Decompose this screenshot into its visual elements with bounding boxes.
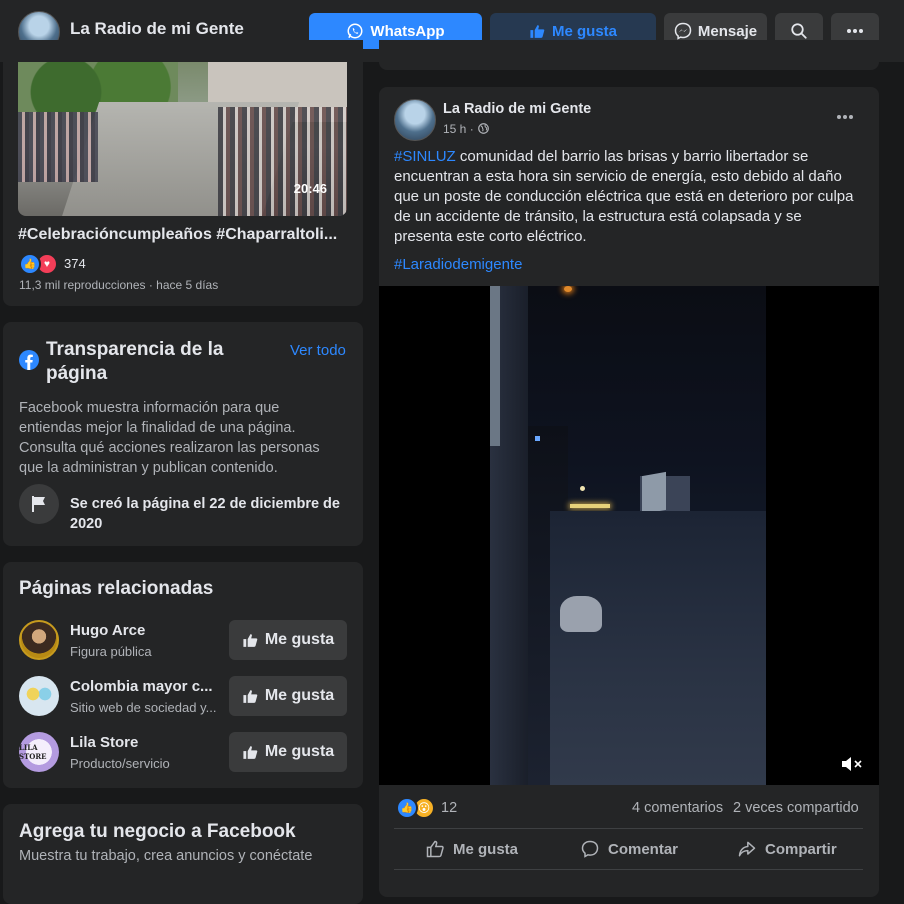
like-reaction-icon: 👍 bbox=[19, 253, 41, 275]
like-page-label: Me gusta bbox=[551, 22, 617, 40]
video-frame bbox=[490, 286, 766, 785]
business-card: Agrega tu negocio a Facebook Muestra tu … bbox=[3, 804, 363, 904]
more-icon bbox=[847, 29, 863, 33]
post-reaction-count[interactable]: 12 bbox=[441, 800, 457, 816]
post-comment-button[interactable]: Comentar bbox=[580, 835, 678, 863]
post-like-label: Me gusta bbox=[453, 840, 519, 858]
thumbs-up-icon bbox=[243, 689, 258, 703]
whatsapp-icon bbox=[347, 23, 363, 39]
thumbs-up-icon bbox=[426, 840, 444, 858]
related-like-button[interactable]: Me gusta bbox=[229, 732, 347, 772]
post-text: #SINLUZ comunidad del barrio las brisas … bbox=[394, 147, 864, 247]
related-category: Figura pública bbox=[70, 644, 152, 659]
message-label: Mensaje bbox=[697, 22, 758, 40]
related-like-label: Me gusta bbox=[264, 631, 335, 648]
post-video[interactable] bbox=[379, 286, 879, 785]
see-all-link[interactable]: Ver todo bbox=[290, 342, 346, 359]
comment-icon bbox=[581, 840, 599, 858]
business-title: Agrega tu negocio a Facebook bbox=[19, 821, 296, 842]
whatsapp-label: WhatsApp bbox=[370, 22, 445, 40]
search-icon bbox=[791, 23, 807, 39]
page-title[interactable]: La Radio de mi Gente bbox=[70, 19, 244, 39]
transparency-card: Transparencia de la página Ver todo Face… bbox=[3, 322, 363, 546]
flag-icon-wrap bbox=[19, 484, 59, 524]
post-share-button[interactable]: Compartir bbox=[737, 835, 837, 863]
post-comments-count[interactable]: 4 comentarios bbox=[632, 800, 723, 816]
thumbs-up-icon bbox=[243, 633, 258, 647]
thumbs-up-icon bbox=[243, 745, 258, 759]
page-created-info: Se creó la página el 22 de diciembre de … bbox=[70, 496, 340, 532]
post-more-icon[interactable] bbox=[836, 114, 854, 120]
post-shares-count[interactable]: 2 veces compartido bbox=[733, 800, 859, 816]
post-comment-label: Comentar bbox=[608, 840, 679, 858]
video-thumbnail[interactable]: 20:46 bbox=[18, 62, 347, 216]
post-author-name[interactable]: La Radio de mi Gente bbox=[443, 101, 591, 117]
related-pages-title: Páginas relacionadas bbox=[19, 578, 214, 599]
transparency-description: Facebook muestra información para que en… bbox=[19, 400, 320, 476]
video-title[interactable]: #Celebracióncumpleaños #Chaparraltoli... bbox=[18, 226, 348, 244]
hashtag-link[interactable]: #Laradiodemigente bbox=[394, 256, 522, 273]
related-avatar-hugo-arce[interactable] bbox=[19, 620, 59, 660]
previous-post-card bbox=[379, 40, 879, 70]
post-author-avatar[interactable] bbox=[394, 99, 436, 141]
related-like-label: Me gusta bbox=[264, 743, 335, 760]
lila-store-logo-text: LILA STORE bbox=[19, 743, 47, 761]
transparency-title: Transparencia de la página bbox=[46, 339, 224, 384]
video-reaction-count[interactable]: 374 bbox=[64, 256, 86, 271]
business-description: Muestra tu trabajo, crea anuncios y coné… bbox=[19, 848, 313, 864]
related-category: Sitio web de sociedad y... bbox=[70, 700, 217, 715]
related-name[interactable]: Lila Store bbox=[70, 734, 220, 751]
globe-icon bbox=[478, 123, 489, 134]
post-time[interactable]: 15 h · bbox=[443, 122, 474, 136]
post-body: comunidad del barrio las brisas y barrio… bbox=[394, 148, 854, 245]
divider bbox=[394, 869, 863, 870]
related-name[interactable]: Hugo Arce bbox=[70, 622, 220, 639]
flag-icon bbox=[32, 496, 45, 512]
related-like-button[interactable]: Me gusta bbox=[229, 676, 347, 716]
share-icon bbox=[738, 841, 756, 857]
video-duration: 20:46 bbox=[293, 181, 327, 196]
thumbs-up-icon bbox=[530, 24, 545, 38]
video-meta: 11,3 mil reproducciones · hace 5 días bbox=[19, 278, 219, 292]
related-avatar-colombia-mayor[interactable] bbox=[19, 676, 59, 716]
messenger-icon bbox=[674, 22, 692, 40]
related-like-button[interactable]: Me gusta bbox=[229, 620, 347, 660]
post-share-label: Compartir bbox=[765, 840, 837, 858]
mute-icon[interactable] bbox=[840, 754, 864, 774]
related-name[interactable]: Colombia mayor c... bbox=[70, 678, 220, 695]
post-like-button[interactable]: Me gusta bbox=[425, 835, 518, 863]
related-avatar-lila-store[interactable]: LILA STORE bbox=[19, 732, 59, 772]
like-reaction-icon: 👍 bbox=[396, 797, 418, 819]
divider bbox=[394, 828, 863, 829]
related-category: Producto/servicio bbox=[70, 756, 170, 771]
hashtag-link[interactable]: #SINLUZ bbox=[394, 148, 456, 165]
facebook-logo-icon bbox=[19, 350, 39, 370]
related-like-label: Me gusta bbox=[264, 687, 335, 704]
